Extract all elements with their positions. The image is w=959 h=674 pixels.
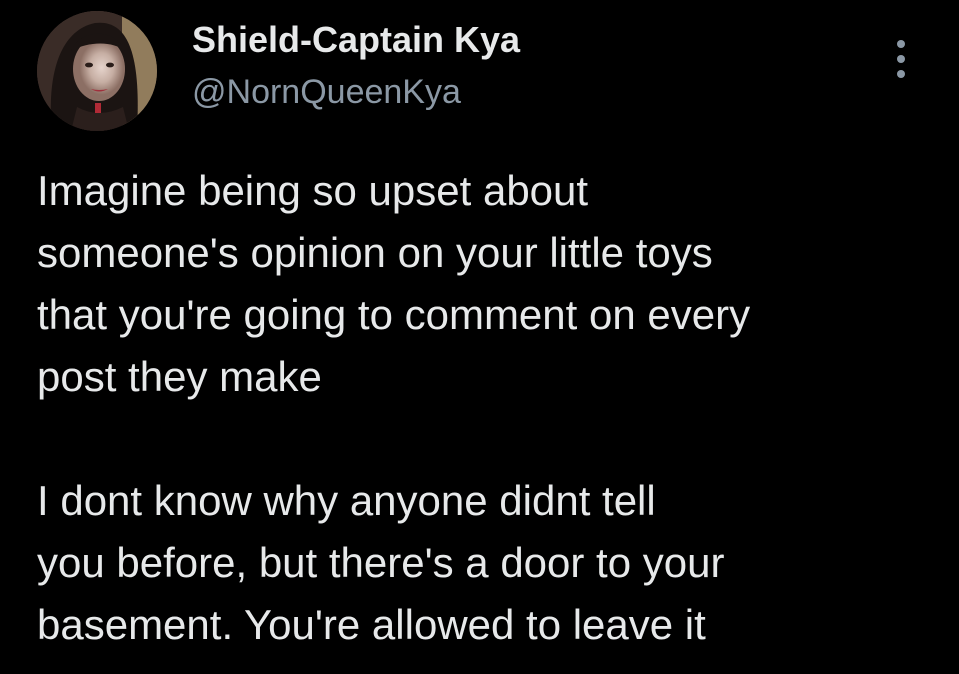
user-handle[interactable]: @NornQueenKya <box>192 70 461 114</box>
avatar[interactable] <box>37 11 157 131</box>
tweet-line: you before, but there's a door to your <box>37 539 725 586</box>
tweet-line: Imagine being so upset about <box>37 167 589 214</box>
tweet-line: someone's opinion on your little toys <box>37 229 713 276</box>
tweet-line: post they make <box>37 353 322 400</box>
tweet-line: I dont know why anyone didnt tell <box>37 477 656 524</box>
more-options-button[interactable] <box>884 34 918 84</box>
tweet-line: that you're going to comment on every <box>37 291 751 338</box>
tweet-card: Shield-Captain Kya @NornQueenKya Imagine… <box>0 0 959 674</box>
paragraph-break <box>37 408 937 470</box>
display-name[interactable]: Shield-Captain Kya <box>192 18 520 62</box>
profile-photo-icon <box>37 11 157 131</box>
tweet-line: basement. You're allowed to leave it <box>37 601 706 648</box>
tweet-text: Imagine being so upset about someone's o… <box>37 160 937 656</box>
more-options-icon <box>897 40 905 78</box>
